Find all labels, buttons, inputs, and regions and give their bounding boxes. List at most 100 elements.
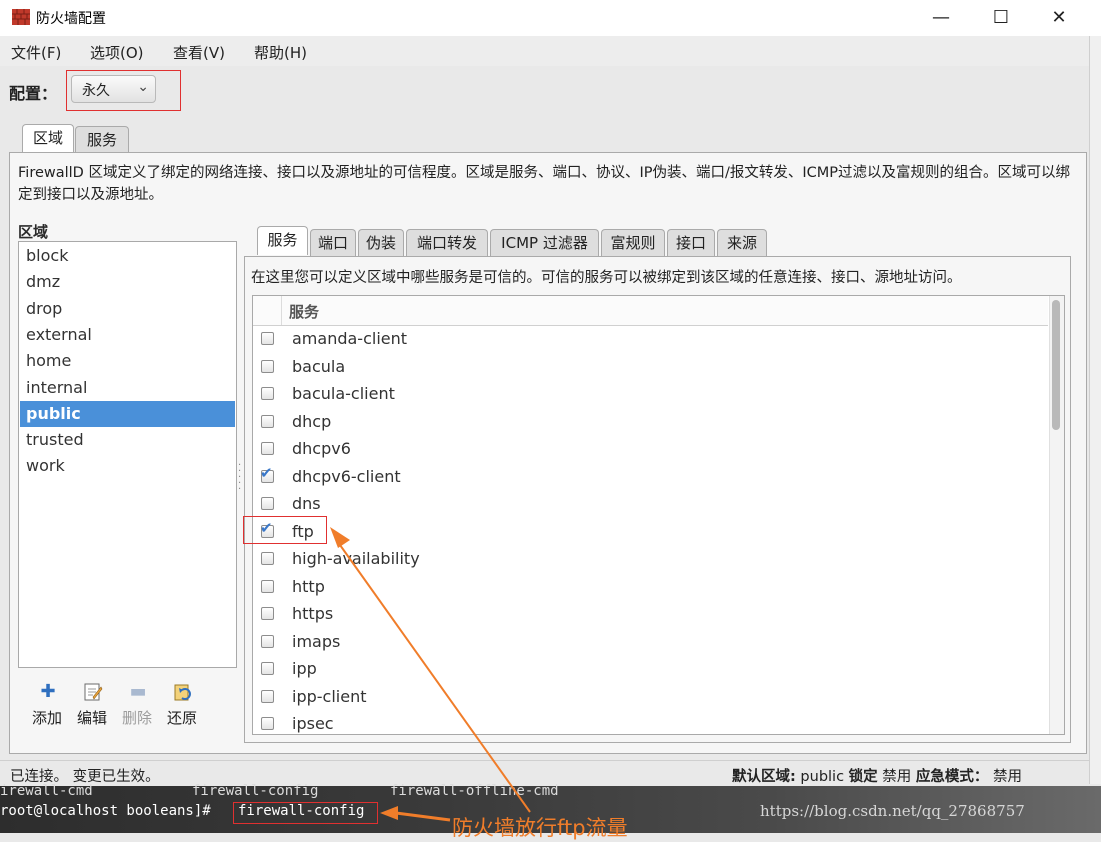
restore-button-label[interactable]: 还原 <box>167 707 197 728</box>
service-name: amanda-client <box>292 329 408 348</box>
tab-zones[interactable]: 区域 <box>22 124 74 153</box>
inner-tab-sources[interactable]: 来源 <box>717 229 767 256</box>
menu-file[interactable]: 文件(F) <box>11 42 61 63</box>
service-row[interactable]: ipsec <box>253 710 1048 734</box>
add-icon[interactable]: ✚ <box>38 682 58 702</box>
service-row[interactable]: dhcpv6 <box>253 435 1048 463</box>
service-name: bacula <box>292 356 346 376</box>
service-name: ipsec <box>292 714 334 733</box>
service-checkbox[interactable] <box>261 689 274 703</box>
services-scrollbar-thumb[interactable] <box>1052 300 1060 430</box>
service-checkbox[interactable] <box>261 634 274 648</box>
inner-tab-services[interactable]: 服务 <box>257 226 308 255</box>
service-checkbox[interactable] <box>261 442 274 455</box>
service-row[interactable]: http <box>253 573 1048 601</box>
service-checkbox[interactable] <box>261 552 274 565</box>
inner-tab-interfaces[interactable]: 接口 <box>667 229 715 256</box>
zone-item-internal[interactable]: internal <box>20 375 235 401</box>
service-name: high-availability <box>292 549 420 568</box>
window-title: 防火墙配置 <box>36 11 106 27</box>
service-name: ipp-client <box>292 686 367 706</box>
checkmark-icon: ✔ <box>260 463 273 482</box>
inner-tab-icmp-filter[interactable]: ICMP 过滤器 <box>490 229 599 256</box>
config-label: 配置： <box>9 84 58 103</box>
close-button[interactable]: ✕ <box>1036 0 1082 36</box>
service-checkbox[interactable] <box>261 414 274 428</box>
restore-icon[interactable] <box>173 682 193 702</box>
add-button-label[interactable]: 添加 <box>32 707 62 728</box>
service-row[interactable]: bacula-client <box>253 380 1048 408</box>
menu-bar <box>0 36 1089 66</box>
service-row[interactable]: dns <box>253 490 1048 518</box>
zone-item-work[interactable]: work <box>20 453 235 479</box>
service-row[interactable]: ✔ dhcpv6-client <box>253 463 1048 491</box>
service-column-header[interactable]: 服务 <box>289 301 319 322</box>
inner-tab-masquerade[interactable]: 伪装 <box>358 229 404 256</box>
pane-splitter-handle[interactable]: · · · · · <box>238 461 242 499</box>
zone-item-dmz[interactable]: dmz <box>20 269 235 295</box>
service-row[interactable]: ipp <box>253 655 1048 683</box>
remove-button-label: 删除 <box>122 709 153 727</box>
default-zone-value: public <box>800 769 845 785</box>
service-row[interactable]: dhcp <box>253 408 1048 436</box>
config-highlight-box <box>66 70 181 111</box>
service-name: http <box>292 576 325 596</box>
service-row[interactable]: bacula <box>253 353 1048 381</box>
minimize-button[interactable]: — <box>918 0 964 36</box>
service-checkbox[interactable] <box>261 497 274 510</box>
lockdown-value: 禁用 <box>882 769 912 785</box>
service-checkbox[interactable] <box>261 662 274 675</box>
service-row[interactable]: imaps <box>253 628 1048 656</box>
service-row[interactable]: ipp-client <box>253 683 1048 711</box>
annotation-text: 防火墙放行ftp流量 <box>452 816 628 840</box>
service-checkbox[interactable] <box>261 359 274 373</box>
edit-button-label[interactable]: 编辑 <box>77 707 107 728</box>
zone-item-home[interactable]: home <box>20 348 235 374</box>
zone-item-trusted[interactable]: trusted <box>20 427 235 453</box>
panic-mode-label: 应急模式： <box>915 769 989 785</box>
zone-list-heading: 区域 <box>18 223 49 241</box>
services-table-header: 服务 <box>253 296 1048 326</box>
zone-item-external[interactable]: external <box>20 322 235 348</box>
inner-tab-port-forwarding[interactable]: 端口转发 <box>406 229 488 256</box>
terminal-output-3: firewall-offline-cmd <box>390 783 559 799</box>
watermark: https://blog.csdn.net/qq_27868757 <box>760 802 1025 820</box>
firewall-app-icon <box>12 9 30 25</box>
service-row[interactable]: high-availability <box>253 545 1048 573</box>
zone-item-public[interactable]: public <box>20 400 235 427</box>
service-name: bacula-client <box>292 384 395 403</box>
terminal-prompt: root@localhost booleans]# <box>0 803 211 819</box>
inner-tab-rich-rules[interactable]: 富规则 <box>601 229 665 256</box>
window-scrollbar[interactable] <box>1089 36 1101 784</box>
service-checkbox[interactable] <box>261 607 274 620</box>
panic-mode-value: 禁用 <box>993 769 1022 785</box>
services-table: 服务 amanda-client bacula bacula-client dhcp d… <box>252 295 1065 735</box>
service-name: dhcp <box>292 411 332 431</box>
zone-item-block[interactable]: block <box>20 243 235 269</box>
terminal-output-1: irewall-cmd <box>0 783 93 799</box>
menu-help[interactable]: 帮助(H) <box>254 42 307 63</box>
service-row[interactable]: amanda-client <box>253 325 1048 353</box>
service-checkbox[interactable] <box>261 332 274 345</box>
status-right: 默认区域: public 锁定 禁用 应急模式： 禁用 <box>732 765 1022 786</box>
tab-services[interactable]: 服务 <box>75 126 129 153</box>
zone-list: block dmz drop external home internal pu… <box>18 241 237 668</box>
ftp-highlight-box <box>243 516 327 544</box>
edit-icon[interactable] <box>83 682 103 702</box>
service-checkbox[interactable] <box>261 387 274 400</box>
service-checkbox[interactable] <box>261 717 274 730</box>
service-checkbox[interactable] <box>261 579 274 593</box>
menu-options[interactable]: 选项(O) <box>90 42 144 63</box>
service-row[interactable]: ✔ ftp <box>253 518 1048 546</box>
maximize-button[interactable]: ☐ <box>978 0 1024 36</box>
terminal-output-2: firewall-config <box>192 783 319 799</box>
service-row[interactable]: https <box>253 600 1048 628</box>
zone-item-drop[interactable]: drop <box>20 296 235 322</box>
command-highlight-box <box>233 802 378 824</box>
zone-description: FirewallD 区域定义了绑定的网络连接、接口以及源地址的可信程度。区域是服… <box>18 165 1071 203</box>
inner-tab-ports[interactable]: 端口 <box>310 229 356 256</box>
service-name: ipp <box>292 659 317 678</box>
menu-view[interactable]: 查看(V) <box>173 42 225 63</box>
default-zone-label: 默认区域: <box>732 769 796 785</box>
service-name: dhcpv6-client <box>292 466 401 486</box>
